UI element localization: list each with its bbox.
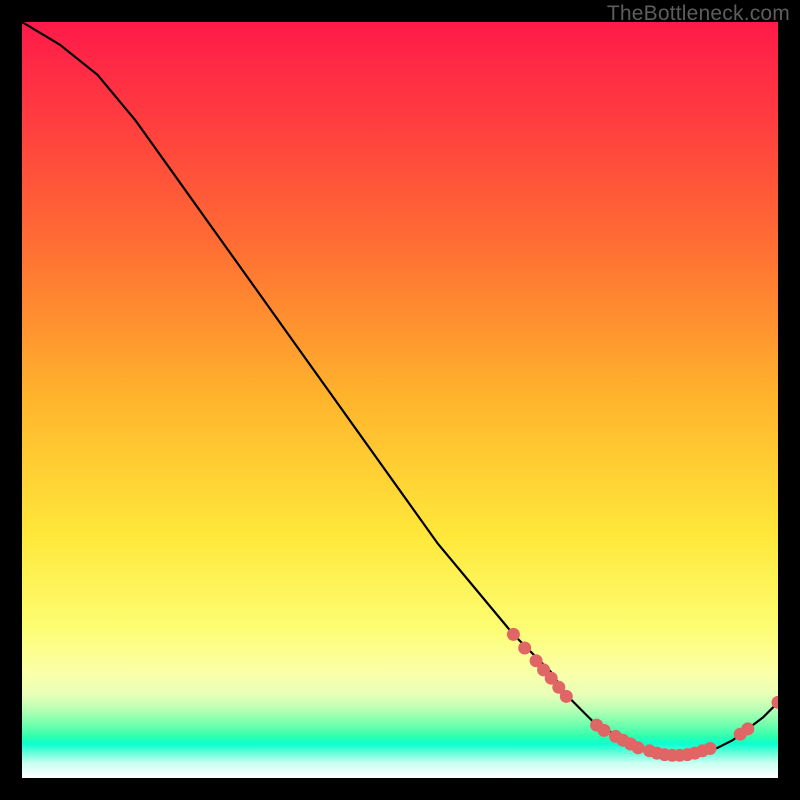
data-point (507, 628, 520, 641)
watermark-text: TheBottleneck.com (607, 2, 790, 26)
data-point (598, 724, 611, 737)
chart-frame: TheBottleneck.com (0, 0, 800, 800)
data-markers (507, 628, 778, 762)
data-point (704, 742, 717, 755)
data-point (518, 642, 531, 655)
plot-area (22, 22, 778, 778)
bottleneck-curve (22, 22, 778, 755)
data-point (560, 690, 573, 703)
data-point (741, 722, 754, 735)
data-point (632, 741, 645, 754)
chart-svg (22, 22, 778, 778)
